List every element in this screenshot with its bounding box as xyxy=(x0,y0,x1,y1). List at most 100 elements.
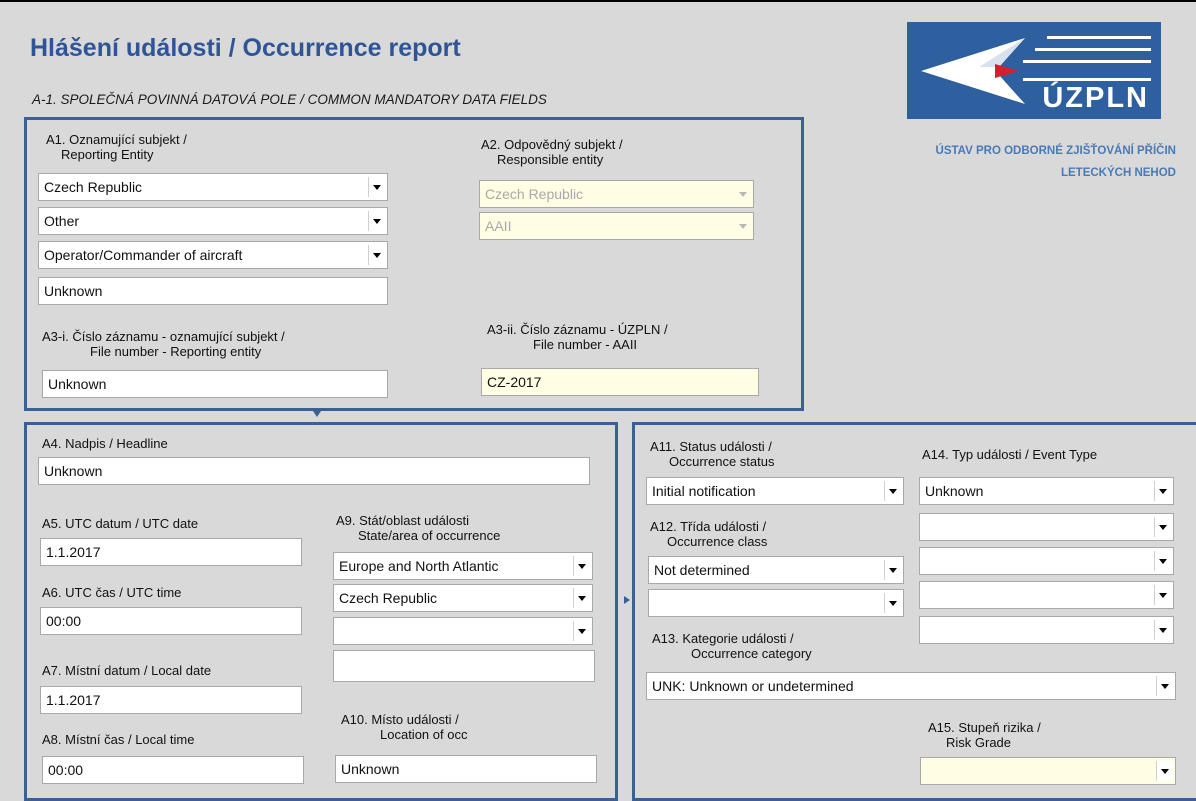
a1-type-select[interactable]: Other xyxy=(38,207,388,235)
a13-category-select[interactable]: UNK: Unknown or undetermined xyxy=(646,672,1176,700)
section-subtitle: A-1. SPOLEČNÁ POVINNÁ DATOVÁ POLE / COMM… xyxy=(32,92,547,107)
dropdown-arrow-icon[interactable] xyxy=(1154,481,1171,501)
a1-name-field[interactable]: Unknown xyxy=(38,277,388,305)
a11-status-select[interactable]: Initial notification xyxy=(646,477,904,505)
dropdown-arrow-icon[interactable] xyxy=(735,184,751,204)
a14-event-type-select-5[interactable] xyxy=(919,616,1174,644)
org-line-1: ÚSTAV PRO ODBORNÉ ZJIŠŤOVÁNÍ PŘÍČIN xyxy=(935,145,1176,157)
a7-local-date-field[interactable]: 1.1.2017 xyxy=(40,686,302,714)
connector-arrow-down-icon xyxy=(313,411,321,417)
a11-label-line1: A11. Status události / xyxy=(650,439,772,454)
dropdown-arrow-icon[interactable] xyxy=(368,211,385,231)
dropdown-arrow-icon[interactable] xyxy=(884,560,901,580)
a1-label-line1: A1. Oznamující subjekt / xyxy=(46,132,187,147)
a3i-file-number-field[interactable]: Unknown xyxy=(42,370,388,398)
a2-label: A2. Odpovědný subjekt / Responsible enti… xyxy=(481,137,623,167)
a9-state-select[interactable]: Czech Republic xyxy=(333,584,593,612)
dropdown-arrow-icon[interactable] xyxy=(1154,517,1171,537)
a12-label: A12. Třída události / Occurrence class xyxy=(650,519,767,549)
a9-label: A9. Stát/oblast události State/area of o… xyxy=(336,513,500,543)
organization-name: ÚSTAV PRO ODBORNÉ ZJIŠŤOVÁNÍ PŘÍČIN LETE… xyxy=(862,140,1176,184)
a8-local-time-field[interactable]: 00:00 xyxy=(42,756,304,784)
a3ii-file-number-field[interactable]: CZ-2017 xyxy=(481,368,759,396)
a10-label-line1: A10. Místo události / xyxy=(341,712,459,727)
a1-type-value: Other xyxy=(44,213,80,229)
a11-status-value: Initial notification xyxy=(652,483,756,499)
a2-entity-value: AAII xyxy=(485,218,512,234)
a9-sub-select[interactable] xyxy=(333,617,593,645)
a4-headline-field[interactable]: Unknown xyxy=(38,457,590,485)
a4-label: A4. Nadpis / Headline xyxy=(42,436,168,451)
a6-utc-time-field[interactable]: 00:00 xyxy=(40,607,302,635)
dropdown-arrow-icon[interactable] xyxy=(1156,761,1173,781)
dropdown-arrow-icon[interactable] xyxy=(1156,676,1173,696)
a13-label: A13. Kategorie události / Occurrence cat… xyxy=(652,631,812,661)
a11-label: A11. Status události / Occurrence status xyxy=(650,439,775,469)
a5-utc-date-field[interactable]: 1.1.2017 xyxy=(40,538,302,566)
a1-country-select[interactable]: Czech Republic xyxy=(38,173,388,201)
a13-category-value: UNK: Unknown or undetermined xyxy=(652,678,854,694)
a2-country-value: Czech Republic xyxy=(485,186,584,202)
dropdown-arrow-icon[interactable] xyxy=(884,593,901,613)
dropdown-arrow-icon[interactable] xyxy=(1154,551,1171,571)
a9-extra-field[interactable] xyxy=(333,650,595,682)
a10-label-line2: Location of occ xyxy=(380,727,468,742)
a12-class-select[interactable]: Not determined xyxy=(648,556,904,584)
logo-text: ÚZPLN xyxy=(1042,82,1149,114)
a12-label-line1: A12. Třída události / xyxy=(650,519,767,534)
a2-label-line2: Responsible entity xyxy=(497,152,604,167)
dropdown-arrow-icon[interactable] xyxy=(735,216,751,236)
dropdown-arrow-icon[interactable] xyxy=(573,588,590,608)
a13-label-line1: A13. Kategorie události / xyxy=(652,631,794,646)
a1-country-value: Czech Republic xyxy=(44,179,143,195)
dropdown-arrow-icon[interactable] xyxy=(368,177,385,197)
a5-label: A5. UTC datum / UTC date xyxy=(42,516,199,531)
a12-class-value: Not determined xyxy=(654,562,750,578)
a11-label-line2: Occurrence status xyxy=(669,454,775,469)
a9-region-value: Europe and North Atlantic xyxy=(339,558,499,574)
dropdown-arrow-icon[interactable] xyxy=(884,481,901,501)
a3i-label-line2: File number - Reporting entity xyxy=(90,344,262,359)
org-line-2: LETECKÝCH NEHOD xyxy=(1060,167,1176,179)
top-border-line xyxy=(0,0,1196,2)
a9-region-select[interactable]: Europe and North Atlantic xyxy=(333,552,593,580)
dropdown-arrow-icon[interactable] xyxy=(1154,620,1171,640)
a14-event-type-select-4[interactable] xyxy=(919,581,1174,609)
a14-event-type-select-2[interactable] xyxy=(919,513,1174,541)
a9-label-line2: State/area of occurrence xyxy=(358,528,501,543)
a2-country-select[interactable]: Czech Republic xyxy=(479,180,754,208)
a13-label-line2: Occurrence category xyxy=(691,646,812,661)
dropdown-arrow-icon[interactable] xyxy=(368,245,385,265)
a1-role-value: Operator/Commander of aircraft xyxy=(44,247,243,263)
a3ii-label: A3-ii. Číslo záznamu - ÚZPLN / File numb… xyxy=(487,322,668,352)
a1-label-line2: Reporting Entity xyxy=(61,147,154,162)
a1-role-select[interactable]: Operator/Commander of aircraft xyxy=(38,241,388,269)
a10-label: A10. Místo události / Location of occ xyxy=(341,712,467,742)
a14-event-type-select-3[interactable] xyxy=(919,547,1174,575)
a3ii-label-line2: File number - AAII xyxy=(533,337,638,352)
a14-label: A14. Typ události / Event Type xyxy=(922,447,1098,462)
a2-label-line1: A2. Odpovědný subjekt / xyxy=(481,137,623,152)
a1-label: A1. Oznamující subjekt / Reporting Entit… xyxy=(46,132,187,162)
a15-risk-grade-select[interactable] xyxy=(920,757,1176,785)
a15-label-line1: A15. Stupeň rizika / xyxy=(928,720,1041,735)
a3i-label-line1: A3-i. Číslo záznamu - oznamující subjekt… xyxy=(42,329,285,344)
a14-event-type-select-1[interactable]: Unknown xyxy=(919,477,1174,505)
a15-label-line2: Risk Grade xyxy=(946,735,1012,750)
a6-label: A6. UTC čas / UTC time xyxy=(42,585,182,600)
a10-location-field[interactable]: Unknown xyxy=(335,755,597,783)
a3i-label: A3-i. Číslo záznamu - oznamující subjekt… xyxy=(42,329,285,359)
dropdown-arrow-icon[interactable] xyxy=(573,556,590,576)
dropdown-arrow-icon[interactable] xyxy=(573,621,590,641)
page-title: Hlášení události / Occurrence report xyxy=(30,34,461,62)
a3ii-label-line1: A3-ii. Číslo záznamu - ÚZPLN / xyxy=(487,322,668,337)
a12-class-select-2[interactable] xyxy=(648,589,904,617)
a12-label-line2: Occurrence class xyxy=(667,534,768,549)
a14-event-type-value-1: Unknown xyxy=(925,483,984,499)
dropdown-arrow-icon[interactable] xyxy=(1154,585,1171,605)
a9-state-value: Czech Republic xyxy=(339,590,438,606)
a8-label: A8. Místní čas / Local time xyxy=(42,732,195,747)
a15-label: A15. Stupeň rizika / Risk Grade xyxy=(928,720,1041,750)
a2-entity-select[interactable]: AAII xyxy=(479,212,754,240)
a7-label: A7. Místní datum / Local date xyxy=(42,663,212,678)
